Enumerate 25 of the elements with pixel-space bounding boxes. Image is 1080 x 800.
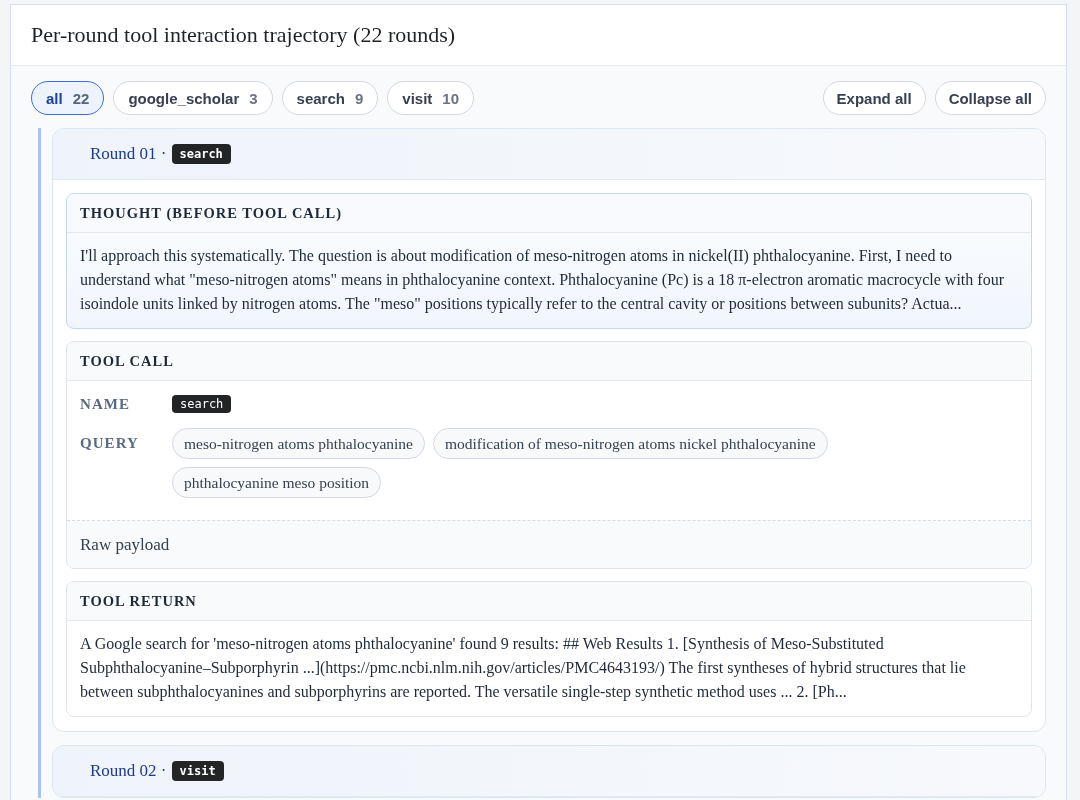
round-label: Round 02 · (90, 761, 167, 781)
tool-badge: visit (171, 761, 224, 781)
tool-name-badge: search (172, 395, 232, 413)
filter-chip[interactable]: visit 10 (387, 81, 474, 115)
thought-text: I'll approach this systematically. The question is about modification of meso-nitrogen atoms in nickel(II) phthalocyanine. First, I need to understand what "meso-nitrogen atoms" means in phthalocyanine context. Phthalocyanine (Pc) is a 18 π-electron aromatic macrocycle with four isoindole units linked by nitrogen atoms. The "meso" positions typically refer to the central cavity or positions between subunits? Actua... (79, 246, 1005, 315)
tool-return-text: A Google search for 'meso-nitrogen atoms phthalocyanine' found 9 results: ## Web Results 1. [Synthesis of Meso-Substituted Subphthalocyanine–Subporphyrin ...](https://pmc.ncbi.nlm.nih.gov/articles/PMC4643193/) The first syntheses of hybrid structures that lie between subphthalocyanines and subporphyrins are reported. The versatile single-step synthetic method uses ... 2. [Ph... (79, 634, 967, 703)
round-header[interactable]: Round 01 · search (53, 129, 1045, 180)
tool-badge: search (171, 144, 231, 164)
panel-title: Per-round tool interaction trajectory (22 rounds) (31, 22, 456, 48)
field-label: QUERY (80, 434, 139, 453)
expand-all-button[interactable]: Expand all (822, 81, 926, 115)
query-chip: phthalocyanine meso position (172, 467, 382, 498)
raw-payload-toggle[interactable]: Raw payload (67, 520, 1031, 568)
field-label: NAME (80, 395, 131, 414)
query-chip: modification of meso-nitrogen atoms nickel phthalocyanine (433, 428, 828, 459)
section-heading: TOOL RETURN (80, 592, 197, 610)
filter-chip[interactable]: google_scholar 3 (113, 81, 273, 115)
section-heading: THOUGHT (BEFORE TOOL CALL) (80, 204, 343, 222)
section-heading: TOOL CALL (80, 352, 174, 370)
filter-chip[interactable]: all 22 (31, 81, 105, 115)
round-header[interactable]: Round 02 · visit (53, 746, 1045, 797)
round-label: Round 01 · (90, 144, 167, 164)
query-chip: meso-nitrogen atoms phthalocyanine (172, 428, 425, 459)
collapse-all-button[interactable]: Collapse all (934, 81, 1046, 115)
filter-chip[interactable]: search 9 (281, 81, 379, 115)
